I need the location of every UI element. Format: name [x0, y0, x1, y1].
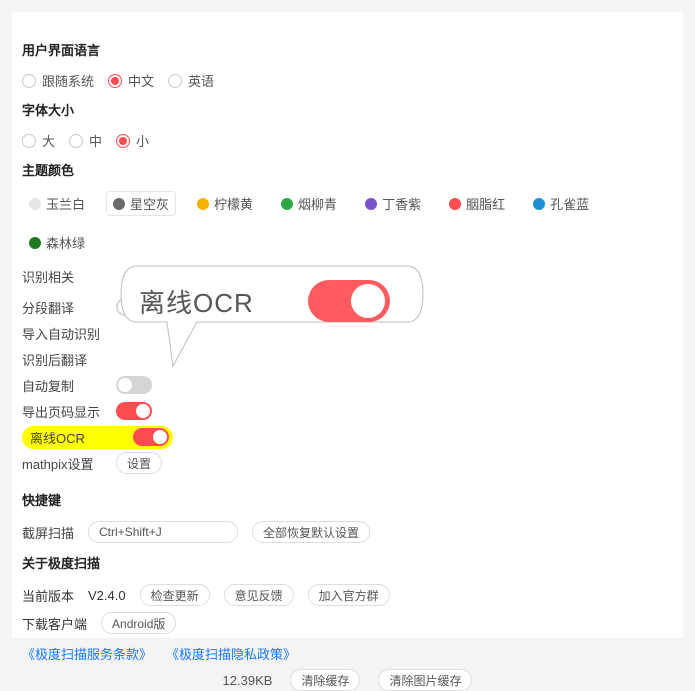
hotkey-screenshot-row: 截屏扫描 全部恢复默认设置: [22, 521, 673, 543]
clear-image-cache-button[interactable]: 清除图片缓存: [378, 669, 472, 691]
radio-dot-icon: [22, 134, 36, 148]
join-group-button[interactable]: 加入官方群: [308, 584, 390, 606]
row-auto-copy: 自动复制: [22, 372, 673, 398]
tos-link[interactable]: 《极度扫描服务条款》: [22, 644, 152, 663]
row-mathpix: mathpix设置 设置: [22, 450, 673, 476]
version-label: 当前版本: [22, 586, 74, 605]
theme-option-6[interactable]: 孔雀蓝: [526, 191, 596, 216]
theme-option-0[interactable]: 玉兰白: [22, 191, 92, 216]
cache-footer-row: 12.39KB 清除缓存 清除图片缓存: [22, 669, 673, 691]
ui-language-title: 用户界面语言: [22, 40, 673, 59]
version-value: V2.4.0: [88, 588, 126, 603]
offline-ocr-label: 离线OCR: [30, 428, 85, 447]
theme-option-label: 玉兰白: [46, 194, 85, 213]
radio-follow-system[interactable]: 跟随系统: [22, 71, 94, 90]
theme-option-3[interactable]: 烟柳青: [274, 191, 344, 216]
hotkeys-title: 快捷键: [22, 490, 673, 509]
theme-option-7[interactable]: 森林绿: [22, 230, 92, 255]
theme-option-label: 森林绿: [46, 233, 85, 252]
color-swatch-icon: [197, 198, 209, 210]
theme-option-5[interactable]: 胭脂红: [442, 191, 512, 216]
about-download-row: 下载客户端 Android版: [22, 612, 673, 634]
color-swatch-icon: [365, 198, 377, 210]
theme-option-2[interactable]: 柠檬黄: [190, 191, 260, 216]
feedback-button[interactable]: 意见反馈: [224, 584, 294, 606]
ui-language-options: 跟随系统 中文 英语: [22, 71, 673, 90]
theme-option-label: 柠檬黄: [214, 194, 253, 213]
color-swatch-icon: [113, 198, 125, 210]
toggle-export-page-number[interactable]: [116, 402, 152, 420]
download-label: 下载客户端: [22, 614, 87, 633]
theme-option-label: 星空灰: [130, 194, 169, 213]
radio-english[interactable]: 英语: [168, 71, 214, 90]
row-translate-after-recognize: 识别后翻译: [22, 346, 673, 372]
reset-hotkeys-button[interactable]: 全部恢复默认设置: [252, 521, 370, 543]
radio-size-small[interactable]: 小: [116, 131, 149, 150]
font-size-title: 字体大小: [22, 100, 673, 119]
settings-panel: 用户界面语言 跟随系统 中文 英语 字体大小 大 中 小 主题颜色 玉兰: [12, 12, 683, 638]
about-title: 关于极度扫描: [22, 553, 673, 572]
about-links-row: 《极度扫描服务条款》 《极度扫描隐私政策》: [22, 644, 673, 663]
color-swatch-icon: [533, 198, 545, 210]
radio-dot-icon: [116, 134, 130, 148]
theme-option-label: 丁香紫: [382, 194, 421, 213]
theme-option-1[interactable]: 星空灰: [106, 191, 176, 216]
theme-option-label: 烟柳青: [298, 194, 337, 213]
theme-option-label: 胭脂红: [466, 194, 505, 213]
check-update-button[interactable]: 检查更新: [140, 584, 210, 606]
color-swatch-icon: [449, 198, 461, 210]
radio-size-large[interactable]: 大: [22, 131, 55, 150]
color-swatch-icon: [29, 198, 41, 210]
row-offline-ocr: 离线OCR: [22, 424, 673, 450]
radio-dot-icon: [69, 134, 83, 148]
radio-dot-icon: [22, 74, 36, 88]
mathpix-settings-button[interactable]: 设置: [116, 452, 162, 474]
toggle-auto-copy[interactable]: [116, 376, 152, 394]
privacy-link[interactable]: 《极度扫描隐私政策》: [166, 644, 296, 663]
clear-cache-button[interactable]: 清除缓存: [290, 669, 360, 691]
cache-size: 12.39KB: [223, 673, 273, 688]
hotkey-screenshot-input[interactable]: [88, 521, 238, 543]
radio-chinese[interactable]: 中文: [108, 71, 154, 90]
color-swatch-icon: [281, 198, 293, 210]
font-size-options: 大 中 小: [22, 131, 673, 150]
theme-color-title: 主题颜色: [22, 160, 673, 179]
android-download-button[interactable]: Android版: [101, 612, 176, 634]
radio-size-medium[interactable]: 中: [69, 131, 102, 150]
recognition-title: 识别相关: [22, 267, 673, 286]
radio-dot-icon: [108, 74, 122, 88]
row-segment-translate: 分段翻译: [22, 294, 673, 320]
about-version-row: 当前版本 V2.4.0 检查更新 意见反馈 加入官方群: [22, 584, 673, 606]
color-swatch-icon: [29, 237, 41, 249]
theme-color-options: 玉兰白 星空灰 柠檬黄 烟柳青 丁香紫 胭脂红 孔雀蓝森林绿: [22, 191, 673, 255]
theme-option-4[interactable]: 丁香紫: [358, 191, 428, 216]
row-auto-recognize-import: 导入自动识别: [22, 320, 673, 346]
toggle-offline-ocr[interactable]: [133, 428, 169, 446]
row-export-page-number: 导出页码显示: [22, 398, 673, 424]
theme-option-label: 孔雀蓝: [550, 194, 589, 213]
radio-dot-icon: [168, 74, 182, 88]
toggle-segment-translate[interactable]: [116, 298, 152, 316]
